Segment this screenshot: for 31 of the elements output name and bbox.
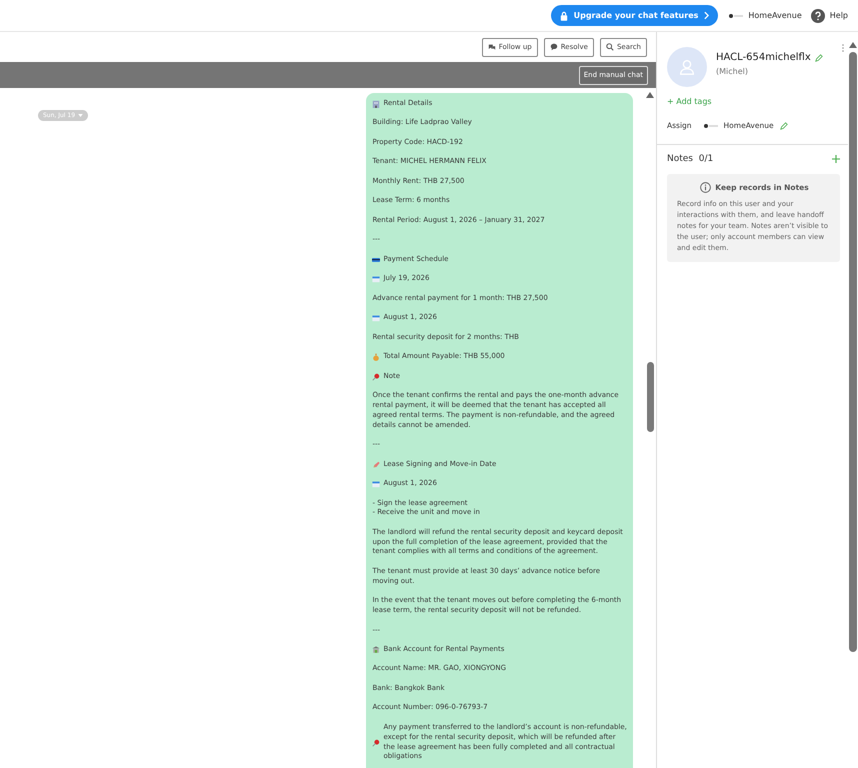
chevron-icon [704, 11, 710, 20]
pushpin-icon [372, 372, 380, 381]
help-link[interactable]: Help [830, 11, 848, 20]
calendar-icon [372, 314, 380, 322]
upgrade-button[interactable]: Upgrade your chat features [550, 5, 718, 26]
calendar-icon [372, 480, 380, 488]
scroll-up-icon[interactable] [646, 92, 654, 98]
account-name[interactable]: HomeAvenue [748, 11, 802, 20]
speech-bubble-icon [550, 43, 558, 51]
info-icon [700, 182, 712, 193]
building-icon [372, 100, 380, 108]
scroll-up-icon[interactable] [849, 42, 857, 48]
bank-icon [372, 646, 380, 654]
notes-title: Notes 0/1 [667, 154, 714, 164]
lock-icon [560, 10, 568, 20]
calendar-icon [372, 275, 380, 284]
account-icon [729, 12, 744, 18]
person-icon [678, 58, 696, 76]
help-icon[interactable] [810, 8, 825, 22]
account-icon [704, 122, 718, 128]
contact-name: HACL-654michelflx [716, 52, 811, 63]
add-icon[interactable] [832, 155, 840, 163]
pen-icon [372, 460, 380, 469]
caret-icon [78, 114, 84, 117]
search-icon [606, 43, 614, 51]
pencil-icon[interactable] [814, 54, 823, 62]
pencil-icon[interactable] [780, 122, 788, 130]
chat-bubbles-icon [488, 43, 496, 51]
pushpin-icon [372, 738, 380, 747]
money-bag-icon [372, 353, 380, 362]
contact-nickname: (Michel) [716, 67, 749, 76]
